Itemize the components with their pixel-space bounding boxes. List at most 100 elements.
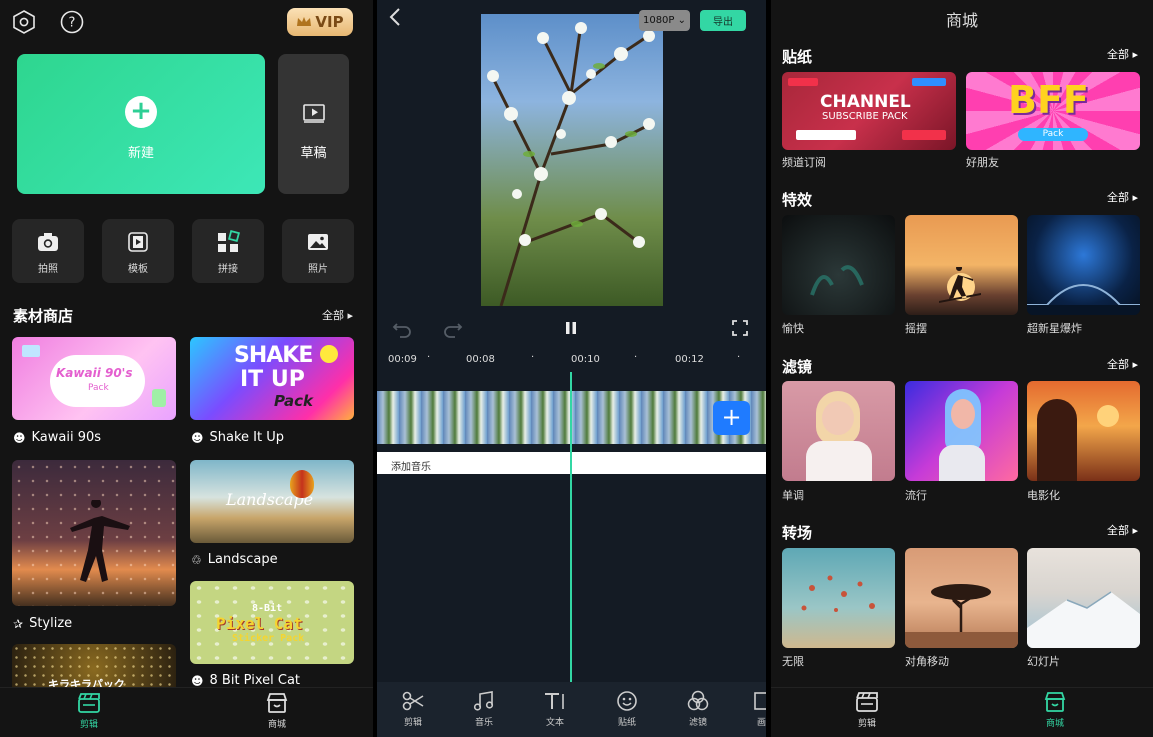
drafts-button[interactable]: 草稿 bbox=[278, 54, 349, 194]
timecode-3: 00:12 bbox=[675, 354, 704, 365]
video-preview[interactable] bbox=[481, 14, 663, 306]
landscape-label: Landscape bbox=[207, 552, 278, 567]
tool-music[interactable]: 音乐 bbox=[462, 690, 506, 728]
all-label: 全部 bbox=[1107, 358, 1129, 371]
surfer-silhouette bbox=[939, 267, 981, 303]
all-label: 全部 bbox=[1107, 191, 1129, 204]
tool-cut[interactable]: 剪辑 bbox=[391, 690, 435, 728]
effect-supernova-thumb[interactable] bbox=[1027, 215, 1140, 315]
tool-music-label: 音乐 bbox=[474, 718, 493, 728]
pause-icon[interactable] bbox=[564, 320, 578, 336]
store-bottom-nav bbox=[771, 687, 1153, 737]
bff-label: 好朋友 bbox=[966, 156, 999, 169]
tool-text[interactable]: 文本 bbox=[533, 690, 577, 728]
pixel-cat-label: 8 Bit Pixel Cat bbox=[209, 673, 301, 688]
tool-template[interactable]: 模板 bbox=[102, 219, 174, 283]
nav-store[interactable]: 商城 bbox=[247, 692, 307, 730]
shake-thumb[interactable]: SHAKE IT UP Pack bbox=[190, 337, 354, 420]
template-icon bbox=[128, 232, 148, 252]
section-stickers-title: 贴纸 bbox=[782, 48, 813, 66]
section-transitions-all[interactable]: 全部 ▸ bbox=[1107, 522, 1138, 538]
tool-stitch-label: 拼接 bbox=[218, 264, 238, 275]
nav-edit[interactable]: 剪辑 bbox=[59, 692, 119, 730]
bridge-silhouette bbox=[1027, 284, 1140, 315]
kawaii-thumb[interactable]: Kawaii 90's Pack bbox=[12, 337, 176, 420]
redo-icon[interactable] bbox=[443, 318, 463, 338]
new-project-button[interactable]: + 新建 bbox=[17, 54, 265, 194]
nav-edit-label: 剪辑 bbox=[857, 719, 876, 729]
effect-sway-label: 摇摆 bbox=[905, 322, 927, 335]
plus-icon: + bbox=[721, 403, 742, 431]
back-icon[interactable] bbox=[387, 7, 403, 27]
stylize-thumb[interactable] bbox=[12, 460, 176, 606]
section-effects-title: 特效 bbox=[782, 191, 813, 209]
filter-icon: ♲ bbox=[191, 552, 202, 567]
settings-icon[interactable] bbox=[11, 9, 37, 35]
filter-pop-thumb[interactable] bbox=[905, 381, 1018, 481]
kawaii-item[interactable]: ☻ Kawaii 90s bbox=[13, 430, 101, 445]
tool-cut-label: 剪辑 bbox=[403, 718, 422, 728]
bff-thumb[interactable]: BFF Pack bbox=[966, 72, 1140, 150]
effect-happy-thumb[interactable] bbox=[782, 215, 895, 315]
section-effects-all[interactable]: 全部 ▸ bbox=[1107, 189, 1138, 205]
landscape-thumb[interactable]: Landscape bbox=[190, 460, 354, 543]
transition-diagonal-thumb[interactable] bbox=[905, 548, 1018, 648]
effect-supernova-label: 超新星爆炸 bbox=[1027, 322, 1082, 335]
store-icon bbox=[1044, 692, 1066, 712]
store-all-link[interactable]: 全部 ▸ bbox=[322, 307, 353, 323]
add-clip-button[interactable]: + bbox=[713, 401, 750, 435]
stylize-item[interactable]: ✰ Stylize bbox=[13, 616, 72, 631]
landscape-item[interactable]: ♲ Landscape bbox=[191, 552, 278, 567]
channel-subscribe-thumb[interactable]: CHANNEL SUBSCRIBE PACK bbox=[782, 72, 956, 150]
resolution-select[interactable]: 1080P ⌄ bbox=[639, 10, 690, 31]
nav-store-label: 商城 bbox=[267, 720, 286, 730]
playhead[interactable] bbox=[570, 372, 572, 682]
tool-canvas[interactable]: 画 bbox=[747, 690, 766, 728]
tool-filter-label: 滤镜 bbox=[688, 718, 707, 728]
effect-sway-thumb[interactable] bbox=[905, 215, 1018, 315]
canvas-icon bbox=[754, 692, 766, 710]
tool-filter[interactable]: 滤镜 bbox=[676, 690, 720, 728]
tool-template-label: 模板 bbox=[128, 264, 148, 275]
tool-photo[interactable]: 照片 bbox=[282, 219, 354, 283]
transition-slideshow-thumb[interactable] bbox=[1027, 548, 1140, 648]
nav-store[interactable]: 商城 bbox=[1025, 691, 1085, 729]
scissors-icon bbox=[402, 691, 424, 711]
tool-stitch[interactable]: 拼接 bbox=[192, 219, 264, 283]
store-all-label: 全部 bbox=[322, 309, 344, 322]
pixel-cat-item[interactable]: ☻ 8 Bit Pixel Cat bbox=[191, 673, 300, 688]
transition-infinite-thumb[interactable] bbox=[782, 548, 895, 648]
nav-edit[interactable]: 剪辑 bbox=[837, 691, 897, 729]
stitch-icon bbox=[218, 230, 240, 252]
shake-thumb-l2: IT UP bbox=[240, 367, 305, 392]
timecode-1: 00:08 bbox=[466, 354, 495, 365]
tool-sticker[interactable]: 贴纸 bbox=[605, 690, 649, 728]
effect-happy-label: 愉快 bbox=[782, 322, 804, 335]
filter-cinematic-thumb[interactable] bbox=[1027, 381, 1140, 481]
pixel-cat-thumb[interactable]: 8-Bit Pixel Cat Sticker Pack bbox=[190, 581, 354, 664]
export-button[interactable]: 导出 bbox=[700, 10, 746, 31]
section-filters-all[interactable]: 全部 ▸ bbox=[1107, 356, 1138, 372]
effect-happy-art bbox=[810, 265, 864, 296]
drafts-label: 草稿 bbox=[300, 146, 327, 161]
section-stickers-all[interactable]: 全部 ▸ bbox=[1107, 46, 1138, 62]
filter-mono-thumb[interactable] bbox=[782, 381, 895, 481]
vip-label: VIP bbox=[315, 13, 344, 31]
tool-camera-label: 拍照 bbox=[38, 264, 58, 275]
camera-icon bbox=[38, 233, 58, 251]
help-icon[interactable]: ? bbox=[59, 9, 85, 35]
pixel-thumb-l3: Sticker Pack bbox=[232, 633, 305, 644]
vip-button[interactable]: VIP bbox=[287, 8, 353, 36]
shake-item[interactable]: ☻ Shake It Up bbox=[191, 430, 284, 445]
blossom-branches bbox=[487, 22, 655, 306]
clapper-icon bbox=[856, 692, 878, 712]
fullscreen-icon[interactable] bbox=[731, 319, 749, 337]
all-label: 全部 bbox=[1107, 524, 1129, 537]
svg-text:?: ? bbox=[69, 16, 76, 31]
shake-thumb-l1: SHAKE bbox=[234, 343, 313, 368]
undo-icon[interactable] bbox=[392, 318, 412, 338]
filter-mono-label: 单调 bbox=[782, 489, 804, 502]
sticker-icon: ☻ bbox=[191, 430, 204, 445]
filter-cinematic-label: 电影化 bbox=[1027, 489, 1060, 502]
tool-camera[interactable]: 拍照 bbox=[12, 219, 84, 283]
